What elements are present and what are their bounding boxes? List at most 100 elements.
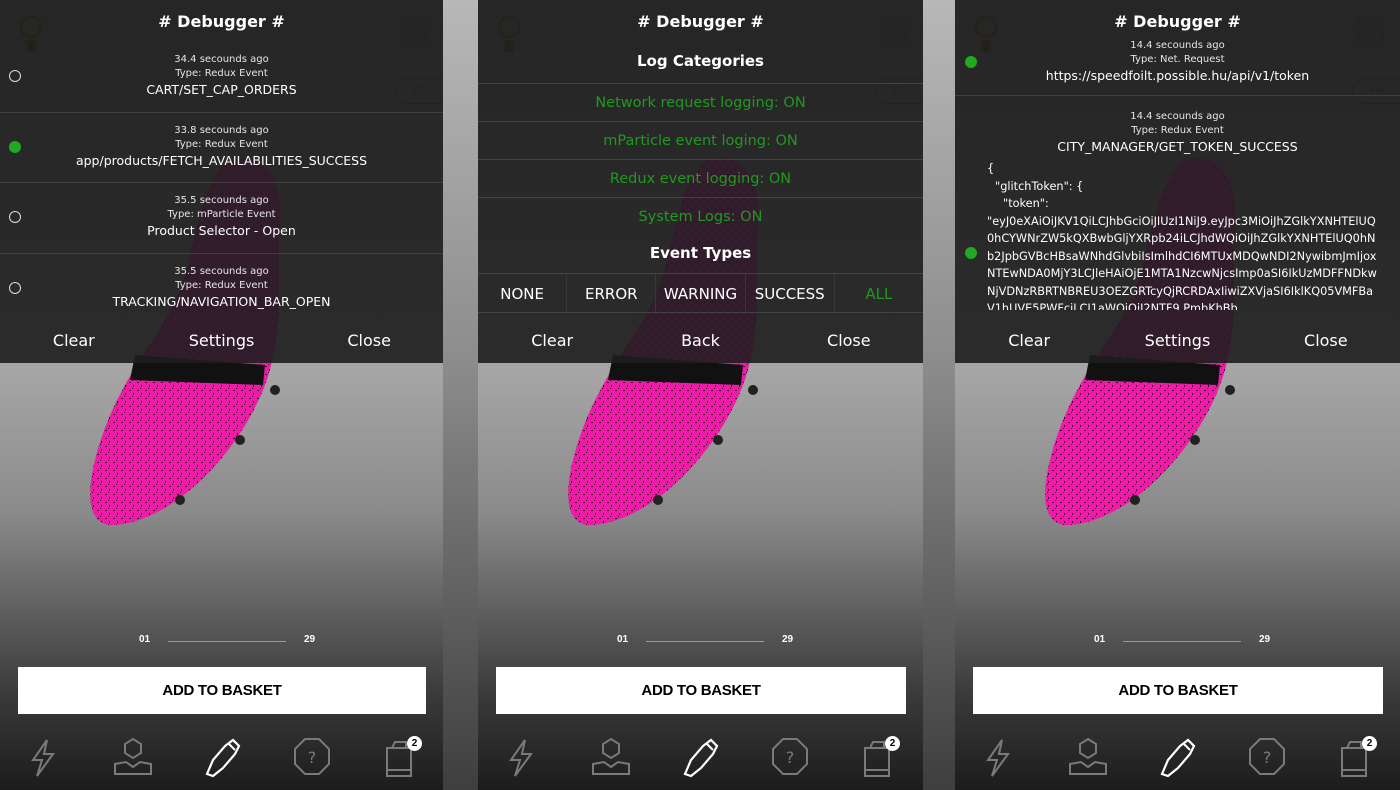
tab-boots[interactable]: [199, 734, 245, 780]
bottom-tab-bar: ? 2: [0, 734, 443, 784]
debugger-overlay: # Debugger # 14.4 secounds ago Type: Net…: [955, 0, 1400, 363]
clear-button[interactable]: Clear: [955, 318, 1103, 363]
pager-total: 29: [782, 634, 794, 645]
event-type-none[interactable]: NONE: [478, 274, 568, 312]
pager-track[interactable]: [646, 641, 764, 642]
close-button[interactable]: Close: [1252, 318, 1400, 363]
tab-boots[interactable]: [677, 734, 723, 780]
log-entry[interactable]: 35.5 secounds ago Type: mParticle Event …: [0, 183, 443, 254]
tab-boots[interactable]: [1154, 734, 1200, 780]
bottom-tab-bar: ? 2: [955, 734, 1400, 784]
tab-basket[interactable]: 2: [378, 734, 424, 780]
back-button[interactable]: Back: [626, 318, 774, 363]
log-select-radio[interactable]: [9, 140, 21, 153]
log-entry[interactable]: 33.8 secounds ago Type: Redux Event app/…: [0, 113, 443, 183]
basket-count-badge: 2: [1362, 736, 1377, 751]
log-message: https://speedfoilt.possible.hu/api/v1/to…: [1045, 68, 1310, 83]
log-time: 33.8 secounds ago: [174, 124, 269, 136]
tab-lightning[interactable]: [20, 734, 66, 780]
settings-button[interactable]: Settings: [148, 318, 296, 363]
add-to-basket-button[interactable]: ADD TO BASKET: [496, 667, 906, 714]
tab-help[interactable]: ?: [289, 734, 335, 780]
boot-icon: [205, 738, 241, 778]
phone-screen-debugger-detail: 1 FG # Debugger # 14.4 secounds ago Type…: [955, 0, 1400, 790]
log-time: 34.4 secounds ago: [174, 54, 269, 65]
log-select-radio[interactable]: [965, 247, 977, 259]
log-payload-json: { "glitchToken": { "token": "eyJ0eXAiOiJ…: [987, 160, 1378, 310]
log-message: CITY_MANAGER/GET_TOKEN_SUCCESS: [1057, 139, 1298, 154]
image-pager: 01 29: [478, 634, 923, 650]
close-button[interactable]: Close: [295, 318, 443, 363]
json-token-value: "eyJ0eXAiOiJKV1QiLCJhbGciOiJIUzI1NiJ9.ey…: [987, 214, 1377, 311]
log-message: CART/SET_CAP_ORDERS: [146, 82, 297, 97]
image-pager: 01 29: [0, 634, 443, 650]
log-entry[interactable]: 34.4 secounds ago Type: Redux Event CART…: [0, 42, 443, 113]
close-button[interactable]: Close: [775, 318, 923, 363]
help-icon: ?: [1249, 738, 1285, 775]
basket-count-badge: 2: [885, 736, 900, 751]
boot-icon: [1160, 738, 1196, 778]
settings-button[interactable]: Settings: [1103, 318, 1251, 363]
tab-profile[interactable]: [588, 734, 634, 780]
pager-current: 01: [1094, 634, 1106, 645]
pager-current: 01: [617, 634, 629, 645]
log-type: Type: Redux Event: [175, 68, 268, 79]
help-icon: ?: [772, 738, 808, 775]
svg-text:?: ?: [308, 748, 317, 767]
log-type: Type: Redux Event: [175, 138, 268, 150]
add-to-basket-button[interactable]: ADD TO BASKET: [18, 667, 426, 714]
category-toggle-system[interactable]: System Logs: ON: [478, 197, 923, 235]
lightning-icon: [509, 739, 533, 777]
category-toggle-network[interactable]: Network request logging: ON: [478, 83, 923, 121]
log-entry[interactable]: 35.5 secounds ago Type: Redux Event TRAC…: [0, 254, 443, 325]
profile-icon: [114, 737, 152, 775]
log-type: Type: Redux Event: [1131, 125, 1224, 136]
json-line: {: [987, 162, 995, 175]
log-time: 14.4 secounds ago: [1130, 40, 1225, 51]
bottom-tab-bar: ? 2: [478, 734, 923, 784]
log-select-radio[interactable]: [9, 211, 21, 223]
log-select-radio[interactable]: [9, 70, 21, 82]
tab-help[interactable]: ?: [767, 734, 813, 780]
panel-gap: [923, 0, 955, 790]
tab-help[interactable]: ?: [1244, 734, 1290, 780]
json-line: "glitchToken": {: [995, 179, 1084, 193]
clear-button[interactable]: Clear: [0, 318, 148, 363]
event-types-heading: Event Types: [649, 244, 752, 262]
tab-lightning[interactable]: [975, 734, 1021, 780]
log-select-radio[interactable]: [965, 56, 977, 68]
log-time: 35.5 secounds ago: [174, 195, 269, 206]
phone-screen-debugger-settings: 1 FG # Debugger # Log Categories Network…: [478, 0, 923, 790]
event-type-warning[interactable]: WARNING: [656, 274, 746, 312]
tab-basket[interactable]: 2: [856, 734, 902, 780]
event-type-error[interactable]: ERROR: [567, 274, 657, 312]
log-categories-heading: Log Categories: [637, 52, 764, 70]
pager-track[interactable]: [1123, 641, 1241, 642]
boot-icon: [683, 738, 719, 778]
debugger-title: # Debugger #: [1114, 12, 1241, 31]
log-entry[interactable]: 14.4 secounds ago Type: Net. Request htt…: [955, 36, 1400, 96]
category-toggle-mparticle[interactable]: mParticle event loging: ON: [478, 121, 923, 159]
log-entry-expanded[interactable]: 14.4 secounds ago Type: Redux Event CITY…: [955, 107, 1400, 259]
log-select-radio[interactable]: [9, 281, 21, 294]
debugger-footer: Clear Settings Close: [0, 318, 443, 363]
pager-track[interactable]: [168, 641, 286, 642]
lightning-icon: [31, 739, 55, 777]
profile-icon: [592, 737, 630, 775]
debugger-footer: Clear Back Close: [478, 318, 923, 363]
add-to-basket-button[interactable]: ADD TO BASKET: [973, 667, 1383, 714]
json-line: "token":: [1003, 197, 1049, 210]
category-toggle-redux[interactable]: Redux event logging: ON: [478, 159, 923, 197]
tab-profile[interactable]: [1065, 734, 1111, 780]
event-type-all[interactable]: ALL: [835, 274, 923, 312]
debugger-title: # Debugger #: [637, 12, 764, 31]
pager-total: 29: [304, 634, 316, 645]
tab-lightning[interactable]: [498, 734, 544, 780]
debugger-overlay: # Debugger # 34.4 secounds ago Type: Red…: [0, 0, 443, 363]
tab-basket[interactable]: 2: [1333, 734, 1379, 780]
event-type-success[interactable]: SUCCESS: [746, 274, 835, 312]
svg-text:?: ?: [786, 748, 795, 767]
debugger-footer: Clear Settings Close: [955, 318, 1400, 363]
clear-button[interactable]: Clear: [478, 318, 626, 363]
tab-profile[interactable]: [110, 734, 156, 780]
